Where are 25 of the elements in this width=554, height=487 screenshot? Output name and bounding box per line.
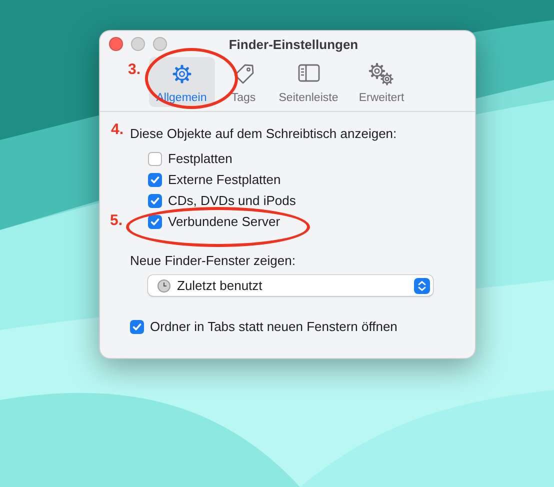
toolbar-tab[interactable]: Tags	[218, 57, 268, 107]
checkbox[interactable]	[148, 172, 162, 186]
checkbox[interactable]	[148, 152, 162, 166]
checkbox-label: Externe Festplatten	[168, 172, 281, 187]
step-number: 5.	[110, 212, 123, 229]
popup-menu[interactable]: Zuletzt benutzt	[148, 275, 433, 296]
field-label: Neue Finder-Fenster zeigen:	[130, 253, 296, 268]
checkbox-label: Verbundene Server	[168, 214, 280, 229]
stepper-icon	[414, 278, 430, 294]
sidebar-icon	[296, 62, 320, 84]
section-heading: Diese Objekte auf dem Schreibtisch anzeigen:	[130, 126, 398, 141]
clock-icon	[157, 278, 171, 292]
gears-icon	[368, 62, 396, 86]
toolbar-tab[interactable]: Erweitert	[348, 57, 414, 107]
checkbox-label: Festplatten	[168, 151, 232, 166]
checkbox[interactable]	[148, 214, 162, 228]
checkbox-label: Ordner in Tabs statt neuen Fenstern öffnen	[150, 319, 398, 334]
checkbox[interactable]	[148, 194, 162, 208]
close-button[interactable]	[109, 37, 123, 51]
checkbox-label: CDs, DVDs und iPods	[168, 193, 296, 208]
toolbar-tab[interactable]: Seitenleiste	[272, 57, 344, 107]
window-title: Finder-Einstellungen	[228, 36, 360, 52]
step-number: 3.	[128, 61, 141, 78]
checkbox[interactable]	[130, 320, 144, 334]
step-number: 4.	[111, 121, 124, 138]
